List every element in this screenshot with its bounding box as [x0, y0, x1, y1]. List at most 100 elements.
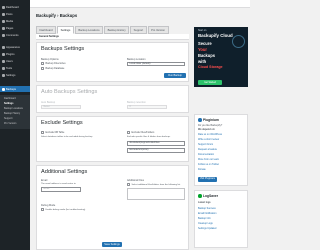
log-link[interactable]: Settings Updated	[198, 227, 216, 230]
auto-backup-select[interactable]: Never	[41, 105, 81, 109]
additional-settings-card: Additional Settings Email The email addr…	[36, 165, 189, 250]
submenu-item-settings[interactable]: Settings	[4, 102, 13, 105]
sidebar-item-media[interactable]: Media	[0, 18, 30, 24]
excluded-folder-2[interactable]: Exclude/temporary	[127, 148, 185, 153]
help-text-2: We depend on:	[198, 128, 216, 131]
brush-icon	[2, 45, 5, 49]
ad-line-3: Backups	[198, 53, 216, 58]
sidebar-item-pages[interactable]: Pages	[0, 25, 30, 31]
checkbox[interactable]	[41, 67, 44, 70]
sidebar-item-dashboard[interactable]: Dashboard	[0, 4, 30, 10]
backup-icon	[2, 87, 5, 91]
logs-card: LogSaver Latest logs Backup Success Emai…	[194, 190, 248, 248]
email-desc: The email address to send notice to	[41, 183, 76, 185]
wrench-icon	[2, 66, 5, 70]
page-title: Backupify › Backups	[36, 13, 78, 18]
subtab-bar: General Settings	[36, 34, 189, 40]
page-icon	[2, 26, 5, 30]
visit-pluginium-button[interactable]: Visit Pluginium	[198, 177, 218, 182]
checkbox[interactable]	[41, 131, 44, 134]
sidebar-item-appearance[interactable]: Appearance	[0, 44, 30, 50]
sidebar-item-posts[interactable]: Posts	[0, 11, 30, 17]
sidebar-item-comments[interactable]: Comments	[0, 32, 30, 38]
log-link[interactable]: Email Notification	[198, 212, 216, 215]
tab-settings[interactable]: Settings	[57, 26, 74, 34]
backup-files-option[interactable]: Backup Directories	[41, 62, 66, 65]
additional-files-list[interactable]	[127, 188, 185, 200]
save-settings-button[interactable]: Save Settings	[102, 242, 122, 247]
additional-files-label: Additional Files	[127, 179, 144, 182]
ad-title: Backupify Cloud	[198, 33, 233, 38]
plugin-icon	[2, 52, 5, 56]
help-link[interactable]: Donate	[198, 168, 206, 171]
help-text-1: Do you like Backupify?	[198, 124, 223, 127]
card-title: Auto Backups Settings	[41, 89, 98, 95]
ad-line-2: Your	[198, 47, 208, 52]
card-title: Backups Settings	[41, 46, 85, 52]
card-title: Exclude Settings	[41, 120, 83, 126]
exclude-folders-option[interactable]: Exclude Files/Folders	[127, 131, 154, 134]
settings-icon	[2, 73, 5, 77]
media-icon	[2, 19, 5, 23]
ad-line-1: Secure	[198, 41, 212, 46]
comment-icon	[2, 33, 5, 37]
submenu-item-dashboard[interactable]: Dashboard	[4, 97, 16, 100]
top-bar	[30, 0, 250, 8]
email-input[interactable]: Email	[41, 187, 81, 192]
checkbox[interactable]	[41, 62, 44, 65]
card-title: Additional Settings	[41, 169, 88, 175]
submenu-item-support[interactable]: Support	[4, 117, 12, 120]
help-link[interactable]: Rate us on WordPress	[198, 133, 222, 136]
help-card-header: Pluginium	[198, 118, 219, 122]
subtab-general-settings[interactable]: General Settings	[39, 35, 59, 38]
cloud-decoration	[232, 35, 245, 48]
dashboard-icon	[2, 5, 5, 9]
submenu-item-locations[interactable]: Backup Locations	[4, 107, 23, 110]
help-link[interactable]: Follow us on Twitter	[198, 163, 219, 166]
tab-bar: Dashboard Settings Backup Locations Back…	[36, 26, 169, 34]
backup-location-select[interactable]: Local folder (default)	[127, 62, 185, 66]
backups-settings-card: Backups Settings Backup Options Backup D…	[36, 42, 189, 82]
ad-eyebrow: Start on	[198, 29, 207, 32]
help-link[interactable]: Support forum	[198, 143, 213, 146]
logs-card-header: LogSaver	[198, 194, 218, 198]
backup-database-option[interactable]: Backup Database	[41, 67, 64, 70]
sidebar-item-users[interactable]: Users	[0, 58, 30, 64]
additional-files-option[interactable]: Select additional files/folders from the…	[127, 183, 180, 186]
help-link[interactable]: Documentation	[198, 153, 214, 156]
sidebar-item-plugins[interactable]: Plugins	[0, 51, 30, 57]
ad-cta-button[interactable]: Get Started	[198, 80, 222, 85]
log-link[interactable]: Cleanup Logs	[198, 222, 213, 225]
tab-backup-locations[interactable]: Backup Locations	[74, 26, 104, 34]
log-link[interactable]: Backup Info	[198, 217, 211, 220]
cloud-ad-banner[interactable]: Start on Backupify Cloud Secure Your Bac…	[194, 27, 248, 87]
exclude-db-option[interactable]: Exclude DB Table	[41, 131, 64, 134]
sidebar-item-backups[interactable]: Backups	[0, 86, 30, 92]
submenu-item-history[interactable]: Backup History	[4, 112, 20, 115]
help-link[interactable]: Write a short review	[198, 138, 219, 141]
checkbox[interactable]	[41, 208, 44, 211]
run-backup-button[interactable]: Run Backup	[164, 73, 186, 78]
auto-backups-card: Auto Backups Settings Auto Backup Never …	[36, 85, 189, 113]
ad-line-4: with	[198, 59, 207, 64]
log-link[interactable]: Backup Success	[198, 207, 216, 210]
help-link[interactable]: More from our team	[198, 158, 219, 161]
pin-icon	[2, 12, 5, 16]
excluded-folder-1[interactable]: /Excluded/plugins/FolderFiles	[127, 141, 185, 146]
sidebar-item-tools[interactable]: Tools	[0, 65, 30, 71]
tab-backup-history[interactable]: Backup History	[104, 26, 130, 34]
help-card: Pluginium Do you like Backupify? We depe…	[194, 114, 248, 186]
tab-dashboard[interactable]: Dashboard	[36, 26, 57, 34]
sidebar-item-settings[interactable]: Settings	[0, 72, 30, 78]
backup-location-label: Backup Location	[127, 58, 146, 61]
checkbox[interactable]	[127, 131, 130, 134]
tab-pro-version[interactable]: Pro Version	[147, 26, 169, 34]
logs-text: Latest logs	[198, 201, 211, 204]
checkbox[interactable]	[127, 183, 130, 186]
retention-label: Backup retention	[127, 101, 146, 104]
help-link[interactable]: Request a feature	[198, 148, 217, 151]
debug-mode-option[interactable]: Enable debug mode (for troubleshooting)	[41, 208, 85, 211]
tab-support[interactable]: Support	[130, 26, 147, 34]
retention-select[interactable]: 0	[127, 105, 167, 109]
submenu-item-pro[interactable]: Pro Version	[4, 122, 16, 125]
